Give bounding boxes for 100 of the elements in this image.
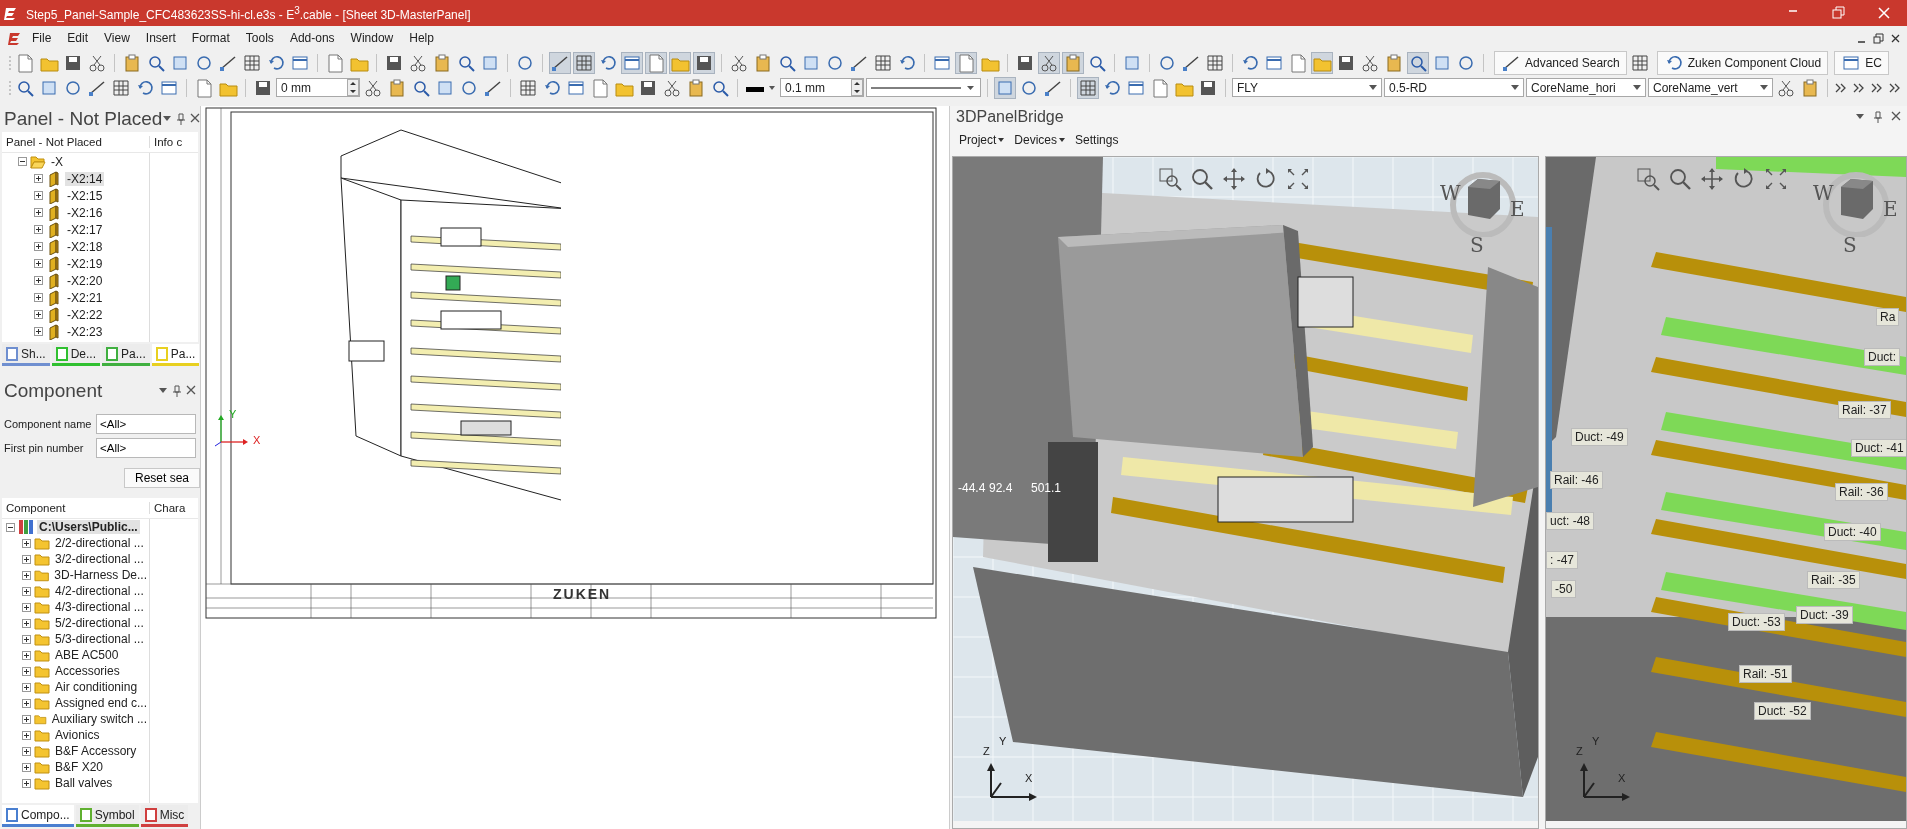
- restore-icon[interactable]: [1873, 32, 1884, 44]
- spin-field[interactable]: 0 mm: [276, 78, 360, 97]
- expand-icon[interactable]: [34, 327, 43, 336]
- dropdown-arrow-icon[interactable]: [158, 385, 168, 395]
- menu-item[interactable]: Edit: [59, 28, 97, 48]
- menu-item[interactable]: View: [96, 28, 138, 48]
- 3d-viewport[interactable]: W E S Z Y X -44.4 92.4 501.1: [952, 156, 1539, 829]
- tree-item[interactable]: -X2:16: [65, 205, 105, 220]
- panel-tab[interactable]: Pa...: [151, 344, 200, 366]
- column-header[interactable]: Panel - Not Placed: [2, 136, 150, 148]
- column-header[interactable]: Chara: [150, 502, 186, 514]
- reset-search-button[interactable]: Reset sea: [123, 468, 200, 488]
- expand-icon[interactable]: [22, 618, 31, 628]
- dropdown-arrow-icon[interactable]: [162, 113, 173, 123]
- zoom-window-icon[interactable]: [1636, 167, 1660, 191]
- toolbar-button[interactable]: [621, 51, 643, 74]
- tree-item[interactable]: Avionics: [53, 728, 102, 742]
- tree-item[interactable]: 2/2-directional ...: [53, 536, 146, 550]
- tree-item[interactable]: 3/2-directional ...: [53, 552, 146, 566]
- toolbar-button[interactable]: [693, 51, 715, 74]
- panel-tab[interactable]: Misc: [140, 805, 189, 827]
- close-icon[interactable]: [1876, 5, 1892, 21]
- restore-icon[interactable]: [1830, 5, 1846, 21]
- spinner-arrows-icon[interactable]: [347, 79, 359, 96]
- move-arrows-icon[interactable]: [1700, 167, 1724, 191]
- menu-item[interactable]: Insert: [137, 28, 184, 48]
- rotate-icon[interactable]: [1254, 167, 1278, 191]
- expand-icon[interactable]: [22, 730, 31, 740]
- spin-field[interactable]: 0.1 mm: [780, 78, 864, 97]
- tree-item[interactable]: Accessories: [53, 664, 122, 678]
- tree-item[interactable]: -X: [49, 154, 65, 169]
- dropdown-field[interactable]: 0.5-RD: [1384, 78, 1524, 97]
- tree-item[interactable]: 5/3-directional ...: [53, 632, 146, 646]
- toolbar-button[interactable]: [1038, 51, 1060, 74]
- expand-icon[interactable]: [22, 762, 31, 772]
- panel-tab[interactable]: Symbol: [75, 805, 139, 827]
- toolbar-button[interactable]: [1077, 76, 1099, 99]
- tree-item[interactable]: -X2:17: [65, 222, 105, 237]
- expand-icon[interactable]: [22, 602, 31, 612]
- expand-icon[interactable]: [22, 570, 31, 580]
- dropdown-field[interactable]: FLY: [1232, 78, 1382, 97]
- panel-tab[interactable]: De...: [51, 344, 101, 366]
- fit-arrows-icon[interactable]: [1286, 167, 1310, 191]
- expand-icon[interactable]: [22, 650, 31, 660]
- expand-icon[interactable]: [34, 174, 43, 183]
- close-icon[interactable]: [1891, 111, 1901, 121]
- tree-item[interactable]: -X2:20: [65, 273, 105, 288]
- panel-tab[interactable]: Compo...: [2, 805, 74, 827]
- expand-icon[interactable]: [22, 666, 31, 676]
- collapse-icon[interactable]: [6, 522, 15, 532]
- tree-item[interactable]: B&F Accessory: [53, 744, 139, 758]
- dropdown-arrow-icon[interactable]: [1855, 111, 1865, 121]
- spinner-arrows-icon[interactable]: [851, 79, 863, 96]
- search-icon[interactable]: [1190, 167, 1214, 191]
- pin-icon[interactable]: [176, 113, 187, 125]
- close-icon[interactable]: [186, 385, 196, 395]
- menu-item[interactable]: Tools: [237, 28, 282, 48]
- tree-item[interactable]: 4/3-directional ...: [53, 600, 146, 614]
- panel-tab[interactable]: Sh...: [2, 344, 50, 366]
- pin-icon[interactable]: [1873, 111, 1883, 123]
- column-header[interactable]: Info c: [150, 136, 183, 148]
- tree-item[interactable]: -X2:15: [65, 188, 105, 203]
- dropdown-field[interactable]: CoreName_vert: [1648, 78, 1773, 97]
- toolbar-button[interactable]: [1407, 51, 1429, 74]
- expand-icon[interactable]: [22, 698, 31, 708]
- toolbar-button[interactable]: [549, 51, 571, 74]
- rotate-icon[interactable]: [1732, 167, 1756, 191]
- expand-icon[interactable]: [22, 778, 31, 788]
- expand-icon[interactable]: [22, 538, 31, 548]
- menu-item[interactable]: Format: [183, 28, 238, 48]
- search-icon[interactable]: [1668, 167, 1692, 191]
- menu-item[interactable]: File: [24, 28, 60, 48]
- collapse-icon[interactable]: [18, 157, 27, 166]
- text-field[interactable]: <All>: [96, 414, 196, 434]
- close-icon[interactable]: [1890, 32, 1901, 44]
- toolbar-button[interactable]: EC: [1834, 50, 1889, 75]
- tree-item[interactable]: Ball valves: [53, 776, 115, 790]
- tree-item[interactable]: Air conditioning: [53, 680, 140, 694]
- expand-icon[interactable]: [34, 191, 43, 200]
- tree-item[interactable]: -X2:23: [65, 324, 105, 339]
- zoom-window-icon[interactable]: [1158, 167, 1182, 191]
- dropdown-field[interactable]: CoreName_hori: [1526, 78, 1646, 97]
- panel-tab[interactable]: Pa...: [102, 344, 150, 366]
- move-arrows-icon[interactable]: [1222, 167, 1246, 191]
- expand-icon[interactable]: [34, 293, 43, 302]
- tree-item[interactable]: 5/2-directional ...: [53, 616, 146, 630]
- menu-item[interactable]: Settings: [1072, 131, 1122, 149]
- tree-item[interactable]: -X2:18: [65, 239, 105, 254]
- pin-icon[interactable]: [172, 385, 182, 397]
- expand-icon[interactable]: [22, 682, 31, 692]
- toolbar-button[interactable]: Advanced Search: [1494, 50, 1627, 75]
- tree-item[interactable]: -X2:21: [65, 290, 105, 305]
- 3d-viewport[interactable]: W E S Z Y X Ra Duct: Rail: -37 Duct: -49 Duct: -41 Rail: -46 Rail: -36 uct: -48 Duct: -40 : -47 -50 Rail: -35 Duct: -39 Duct: -53 Rail: -51 Duct: -52: [1545, 156, 1907, 829]
- expand-icon[interactable]: [34, 276, 43, 285]
- expand-icon[interactable]: [22, 714, 31, 724]
- expand-icon[interactable]: [34, 208, 43, 217]
- tree-item[interactable]: B&F X20: [53, 760, 106, 774]
- toolbar-button[interactable]: [573, 51, 595, 74]
- close-icon[interactable]: [190, 113, 200, 123]
- toolbar-button[interactable]: Zuken Component Cloud: [1656, 50, 1829, 75]
